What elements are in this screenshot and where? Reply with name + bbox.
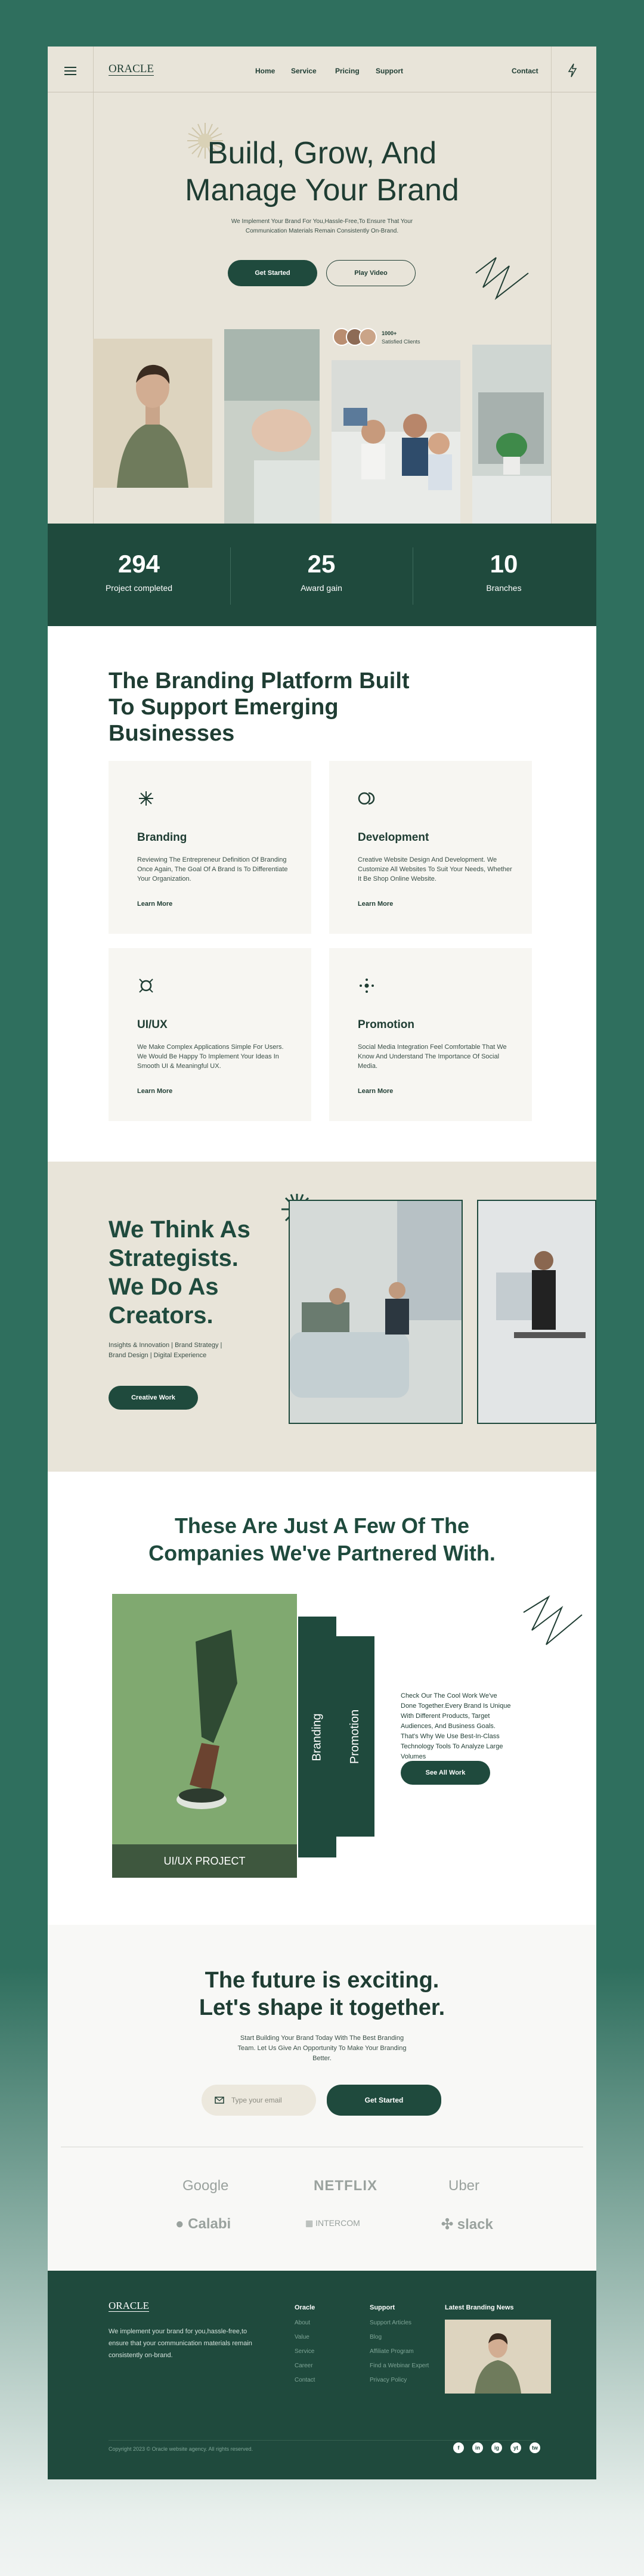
footer-link[interactable]: Support Articles xyxy=(370,2320,429,2326)
service-card-promotion[interactable]: Promotion Social Media Integration Feel … xyxy=(329,948,532,1121)
hero-title: Build, Grow, And Manage Your Brand xyxy=(185,136,459,208)
tab-promotion[interactable]: Promotion xyxy=(336,1636,374,1837)
google-logo: Google xyxy=(182,2178,229,2194)
card-title: Promotion xyxy=(358,1018,414,1031)
footer-link[interactable]: Service xyxy=(295,2348,315,2355)
nav-service[interactable]: Service xyxy=(291,67,317,75)
footer-link[interactable]: Value xyxy=(295,2334,315,2340)
project-label: UI/UX PROJECT xyxy=(112,1844,297,1878)
website-page: ORACLE Home Service Pricing Support Cont… xyxy=(48,47,596,2479)
card-desc: We Make Complex Applications Simple For … xyxy=(137,1044,284,1070)
frame-icon xyxy=(139,979,153,993)
footer-col-news: Latest Branding News xyxy=(445,2304,514,2311)
footer-link[interactable]: About xyxy=(295,2320,315,2326)
clients-count: 1000+ xyxy=(382,330,397,336)
nav-pricing[interactable]: Pricing xyxy=(335,67,360,75)
learn-more-link[interactable]: Learn More xyxy=(137,1088,172,1095)
youtube-icon[interactable]: yt xyxy=(510,2442,521,2453)
menu-icon[interactable] xyxy=(64,67,76,75)
hero-section: ORACLE Home Service Pricing Support Cont… xyxy=(48,47,596,524)
squiggle-icon xyxy=(475,257,529,301)
footer-col-support: Support Support Articles Blog Affiliate … xyxy=(370,2304,429,2383)
hero-photo-team xyxy=(332,360,460,524)
cta-get-started-button[interactable]: Get Started xyxy=(327,2085,441,2116)
service-card-uiux[interactable]: UI/UX We Make Complex Applications Simpl… xyxy=(109,948,311,1121)
footer-about: We implement your brand for you,hassle-f… xyxy=(109,2328,252,2359)
services-title: The Branding Platform Built To Support E… xyxy=(109,668,410,746)
cta-title: The future is exciting. Let's shape it t… xyxy=(199,1968,445,2020)
service-card-development[interactable]: Development Creative Website Design And … xyxy=(329,761,532,934)
lightning-icon[interactable] xyxy=(566,63,578,78)
creative-work-button[interactable]: Creative Work xyxy=(109,1386,198,1410)
footer-link[interactable]: Blog xyxy=(370,2334,429,2340)
strategists-title: We Think As Strategists. We Do As Creato… xyxy=(109,1216,250,1329)
get-started-button[interactable]: Get Started xyxy=(228,260,317,286)
card-title: Branding xyxy=(137,831,187,844)
strategists-section: We Think As Strategists. We Do As Creato… xyxy=(48,1162,596,1472)
card-desc: Creative Website Design And Development.… xyxy=(358,856,512,883)
instagram-icon[interactable]: ig xyxy=(491,2442,502,2453)
slack-logo: ✣ slack xyxy=(441,2216,493,2233)
uber-logo: Uber xyxy=(448,2178,480,2194)
tab-branding[interactable]: Branding xyxy=(298,1617,336,1857)
footer-link[interactable]: Find a Webinar Expert xyxy=(370,2363,429,2369)
intercom-logo: ▦ INTERCOM xyxy=(305,2218,360,2228)
cta-section: The future is exciting. Let's shape it t… xyxy=(48,1925,596,2271)
clients-label: Satisfied Clients xyxy=(382,339,420,345)
footer-col-oracle: Oracle About Value Service Career Contac… xyxy=(295,2304,315,2383)
partners-title: These Are Just A Few Of The Companies We… xyxy=(148,1513,496,1565)
office-photo xyxy=(289,1200,463,1424)
divider xyxy=(109,2440,535,2441)
linkedin-icon[interactable]: in xyxy=(472,2442,483,2453)
learn-more-link[interactable]: Learn More xyxy=(358,1088,393,1095)
card-desc: Social Media Integration Feel Comfortabl… xyxy=(358,1044,507,1070)
email-field[interactable]: Type your email xyxy=(202,2085,316,2116)
learn-more-link[interactable]: Learn More xyxy=(137,900,172,908)
toggle-icon xyxy=(358,792,375,805)
nav-support[interactable]: Support xyxy=(376,67,403,75)
stat-awards: 25 Award gain xyxy=(301,550,342,593)
learn-more-link[interactable]: Learn More xyxy=(358,900,393,908)
copyright: Copyright 2023 © Oracle website agency. … xyxy=(109,2446,253,2452)
footer: ORACLE We implement your brand for you,h… xyxy=(48,2271,596,2479)
hero-photo-desk xyxy=(472,345,551,524)
stat-projects: 294 Project completed xyxy=(105,550,173,593)
meeting-photo xyxy=(477,1200,596,1424)
nav-contact[interactable]: Contact xyxy=(512,67,538,75)
squiggle-icon xyxy=(523,1595,583,1645)
logo[interactable]: ORACLE xyxy=(109,63,154,76)
twitter-icon[interactable]: tw xyxy=(530,2442,540,2453)
see-all-work-button[interactable]: See All Work xyxy=(401,1761,490,1785)
project-card-uiux[interactable]: UI/UX PROJECT xyxy=(112,1594,297,1878)
card-title: UI/UX xyxy=(137,1018,168,1031)
strategists-tags: Insights & Innovation | Brand Strategy |… xyxy=(109,1342,222,1359)
asterisk-icon xyxy=(139,791,153,806)
footer-link[interactable]: Career xyxy=(295,2363,315,2369)
card-title: Development xyxy=(358,831,429,844)
cta-subtitle: Start Building Your Brand Today With The… xyxy=(237,2035,407,2062)
service-card-branding[interactable]: Branding Reviewing The Entrepreneur Defi… xyxy=(109,761,311,934)
news-photo[interactable] xyxy=(445,2320,551,2394)
netflix-logo: NETFLIX xyxy=(314,2178,377,2194)
facebook-icon[interactable]: f xyxy=(453,2442,464,2453)
stats-bar: 294 Project completed 25 Award gain 10 Bran… xyxy=(48,524,596,626)
hero-photo-man xyxy=(93,339,212,488)
nav-home[interactable]: Home xyxy=(255,67,275,75)
footer-logo[interactable]: ORACLE xyxy=(109,2301,149,2312)
email-placeholder: Type your email xyxy=(231,2096,282,2104)
footer-link[interactable]: Affiliate Program xyxy=(370,2348,429,2355)
card-desc: Reviewing The Entrepreneur Definition Of… xyxy=(137,856,288,883)
calabi-logo: ● Calabi xyxy=(175,2216,231,2232)
dots-icon xyxy=(360,979,374,993)
avatar xyxy=(359,328,377,346)
footer-link[interactable]: Privacy Policy xyxy=(370,2377,429,2383)
divider xyxy=(551,47,552,524)
play-video-button[interactable]: Play Video xyxy=(326,260,416,286)
partners-description: Check Our The Cool Work We've Done Toget… xyxy=(401,1692,511,1760)
hero-photo-hands xyxy=(224,329,320,524)
stat-branches: 10 Branches xyxy=(486,550,522,593)
hero-subtitle: We Implement Your Brand For You,Hassle-F… xyxy=(231,218,413,234)
mail-icon xyxy=(215,2097,224,2104)
footer-link[interactable]: Contact xyxy=(295,2377,315,2383)
